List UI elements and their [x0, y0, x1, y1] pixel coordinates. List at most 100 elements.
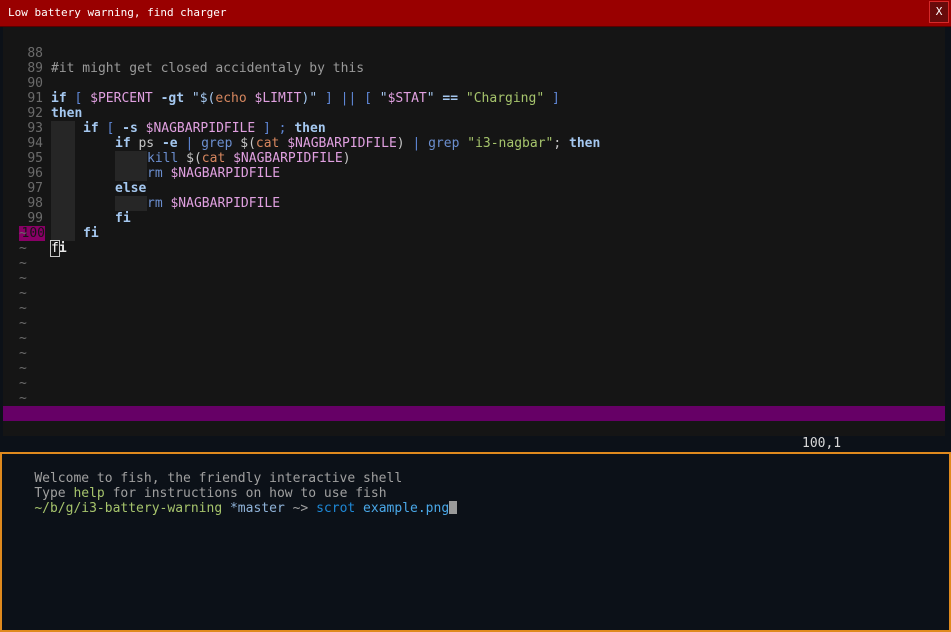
indent-guide: [115, 166, 147, 181]
bracket: [: [66, 91, 91, 106]
empty-line-marker: ~: [3, 391, 50, 406]
string-literal: "Charging": [465, 91, 545, 106]
close-button[interactable]: X: [929, 1, 949, 23]
pipe: |: [404, 136, 429, 151]
string: ": [191, 91, 200, 106]
empty-line-marker: ~: [3, 226, 50, 241]
subshell: $(: [232, 136, 256, 151]
code-line[interactable]: 89: [3, 46, 50, 76]
operator: -e: [161, 136, 178, 151]
git-branch: *master: [222, 501, 285, 516]
empty-line-marker: ~: [3, 301, 50, 316]
operator: -gt: [152, 91, 192, 106]
empty-line-marker: ~: [3, 316, 50, 331]
empty-line-marker: ~: [3, 361, 50, 376]
keyword: if: [115, 136, 131, 151]
indent-guide: [51, 196, 75, 211]
code-line[interactable]: 90 if [ $PERCENT -gt "$(echo $LIMIT)" ] …: [3, 61, 559, 106]
variable: $NAGBARPIDFILE: [162, 196, 281, 211]
pipe: |: [177, 136, 202, 151]
cursor-position: 100,1: [802, 436, 842, 451]
window-edge-right: [945, 27, 951, 436]
variable: $NAGBARPIDFILE: [279, 136, 397, 151]
string-literal: "i3-nagbar": [459, 136, 554, 151]
bracket: [: [98, 121, 123, 136]
code-line[interactable]: 92 if [ -s $NAGBARPIDFILE ] ; then: [3, 91, 326, 136]
subshell: $(: [178, 151, 202, 166]
indent-guide: [51, 166, 75, 181]
code-line[interactable]: 88 #it might get closed accidentaly by t…: [3, 31, 364, 76]
command: ps: [130, 136, 162, 151]
help-line: Type help for instructions on how to use…: [3, 471, 386, 501]
command: cat: [255, 136, 280, 151]
bracket: ]: [544, 91, 560, 106]
fish-terminal[interactable]: Welcome to fish, the friendly interactiv…: [0, 452, 951, 632]
prompt-line[interactable]: ~/b/g/i3-battery-warning *master ~> scro…: [3, 486, 458, 516]
keyword: if: [83, 121, 99, 136]
command: rm: [147, 196, 163, 211]
string: ": [379, 91, 388, 106]
empty-line-marker: ~: [3, 286, 50, 301]
code-line[interactable]: 94 kill $(cat $NAGBARPIDFILE): [3, 121, 351, 166]
variable: $STAT: [387, 91, 427, 106]
code-line[interactable]: 95 rm $NAGBARPIDFILE: [3, 136, 280, 181]
text-cursor: f: [50, 240, 60, 257]
indent-guide: [51, 136, 75, 151]
indent-guide: [51, 211, 75, 226]
empty-line-marker: ~: [3, 331, 50, 346]
command: echo: [215, 91, 247, 106]
vim-command-line[interactable]: [3, 421, 945, 436]
empty-line-marker: ~: [3, 256, 50, 271]
variable: $NAGBARPIDFILE: [162, 166, 281, 181]
indent-guide: [51, 121, 75, 136]
current-line[interactable]: 100 fi: [3, 211, 67, 257]
tilde-marker: ~: [19, 316, 27, 331]
keyword: i: [58, 241, 67, 256]
typed-command: scrot: [316, 501, 356, 516]
operator: -s: [122, 121, 138, 136]
keyword: fi: [115, 211, 131, 226]
indent-guide: [51, 151, 75, 166]
indent-guide: [115, 196, 147, 211]
close-icon: X: [935, 5, 943, 18]
keyword: then: [569, 136, 601, 151]
code-line[interactable]: 99 fi: [3, 196, 99, 241]
command: grep: [428, 136, 460, 151]
command: rm: [147, 166, 163, 181]
subshell-close: ): [396, 136, 405, 151]
variable: $LIMIT: [246, 91, 302, 106]
code-line[interactable]: 97 rm $NAGBARPIDFILE: [3, 166, 280, 211]
welcome-line: Welcome to fish, the friendly interactiv…: [3, 456, 402, 486]
indent-guide: [51, 226, 75, 241]
variable: $PERCENT: [90, 91, 153, 106]
keyword: fi: [83, 226, 99, 241]
subshell-close: )": [301, 91, 318, 106]
indent-guide: [115, 151, 147, 166]
command: kill: [147, 151, 179, 166]
code-line[interactable]: 91 then: [3, 76, 82, 121]
tilde-marker: ~: [19, 331, 27, 346]
code-line[interactable]: 98 fi: [3, 181, 131, 226]
command: grep: [201, 136, 233, 151]
tilde-marker: ~: [19, 361, 27, 376]
vim-editor[interactable]: 88 #it might get closed accidentaly by t…: [3, 27, 945, 420]
operator: ==: [434, 91, 466, 106]
prompt-arrow: ~>: [284, 501, 317, 516]
comment: #it might get closed accidentaly by this: [51, 61, 365, 76]
semicolon: ;: [553, 136, 569, 151]
subshell-close: ): [342, 151, 351, 166]
code-line[interactable]: 96 else: [3, 151, 146, 196]
keyword: else: [115, 181, 147, 196]
bracket: ] || [: [317, 91, 380, 106]
tilde-marker: ~: [19, 271, 27, 286]
code-line[interactable]: 93 if ps -e | grep $(cat $NAGBARPIDFILE)…: [3, 106, 600, 151]
tilde-marker: ~: [19, 241, 27, 256]
tilde-marker: ~: [19, 286, 27, 301]
empty-line-marker: ~: [3, 376, 50, 391]
battery-warning-bar: Low battery warning, find charger X: [0, 0, 951, 27]
